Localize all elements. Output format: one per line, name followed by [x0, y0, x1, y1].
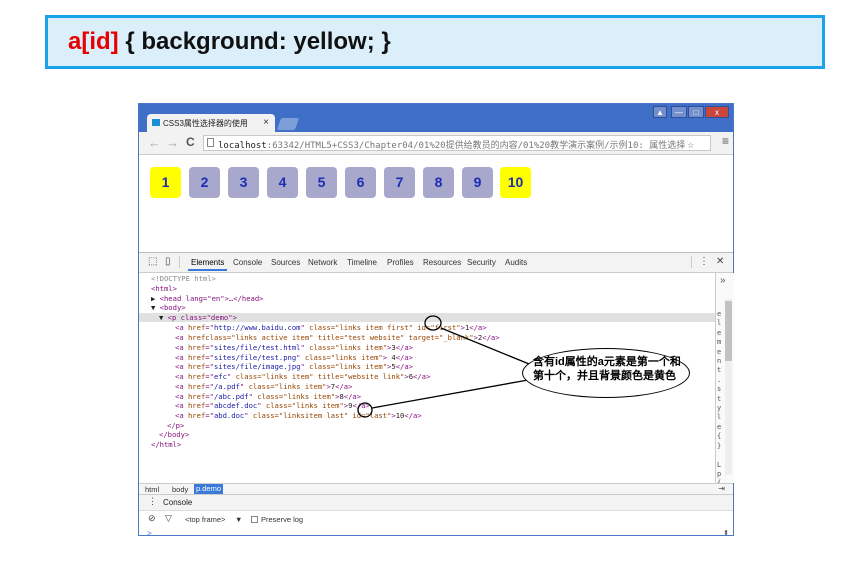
annotation-overlay [357, 315, 535, 418]
circle-first-id [424, 315, 442, 331]
callout-line-1: 含有id属性的a元素是第一个和 [533, 356, 681, 368]
circle-last-id [357, 402, 373, 418]
callout-text: 含有id属性的a元素是第一个和 第十个，并且背景颜色是黄色 [533, 355, 683, 383]
callout-line-2: 第十个，并且背景颜色是黄色 [533, 370, 676, 382]
pointer-line-first [440, 327, 535, 367]
pointer-line-last [371, 379, 529, 409]
